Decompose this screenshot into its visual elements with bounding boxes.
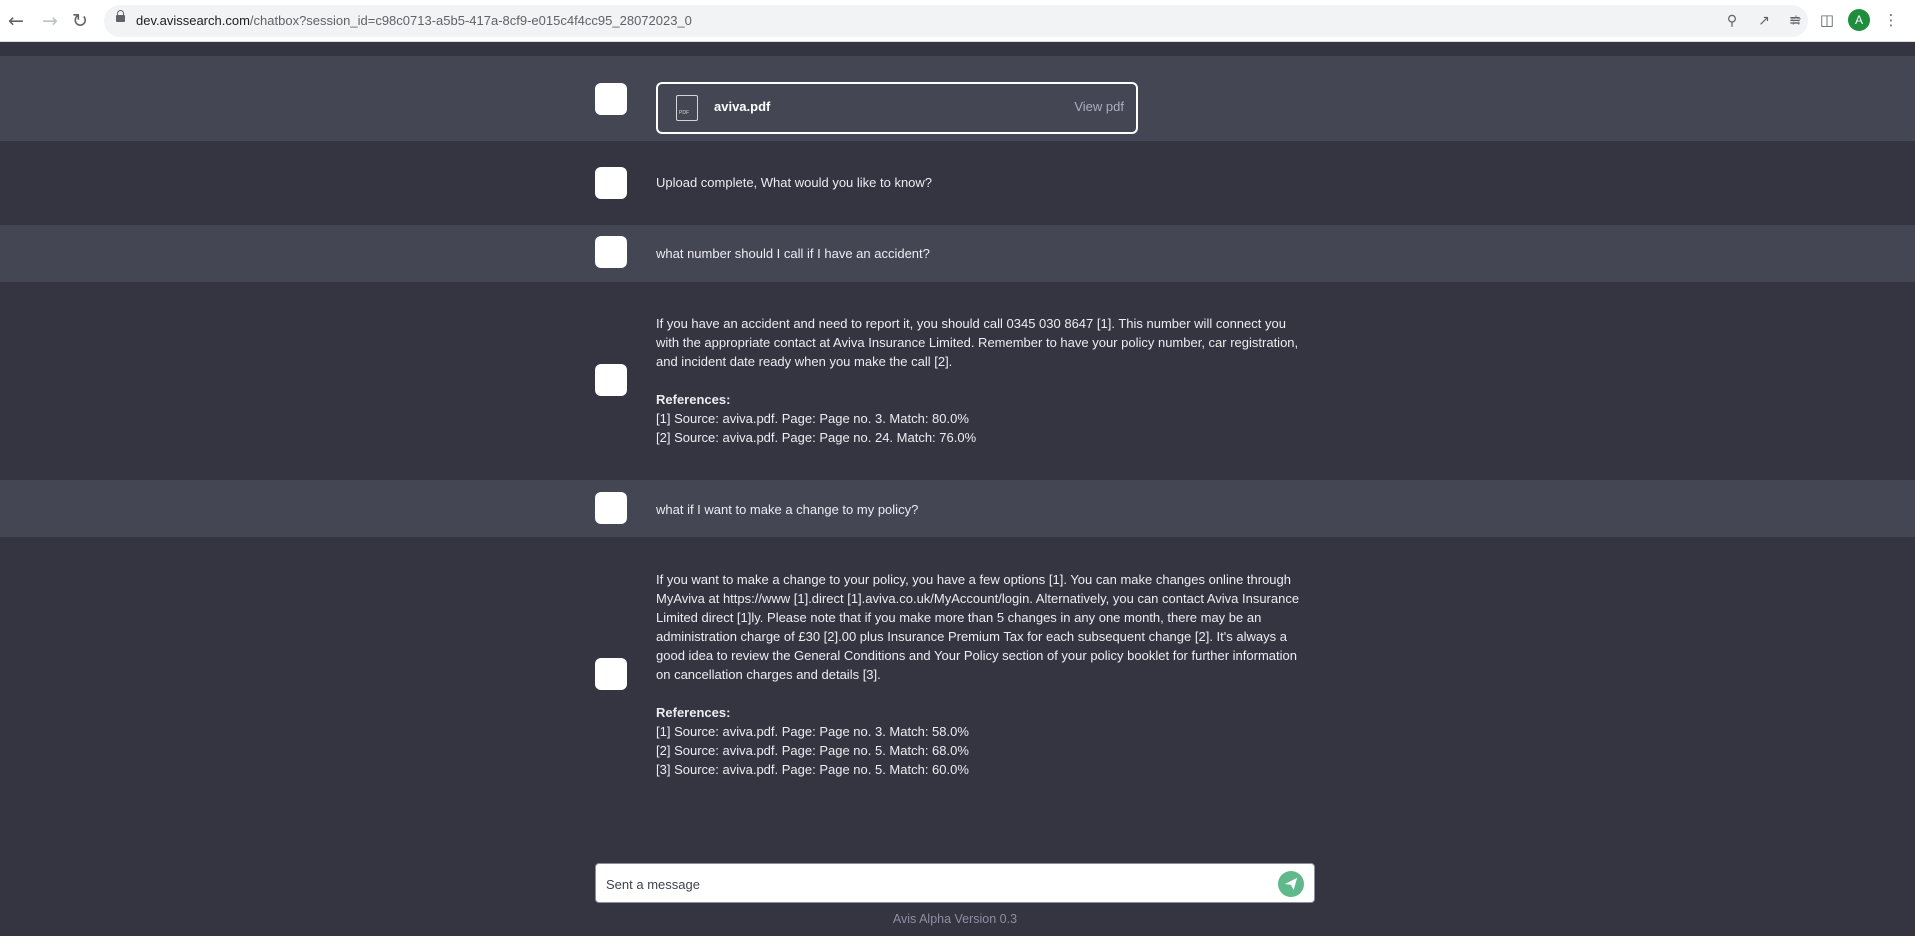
back-icon[interactable]: ← bbox=[4, 9, 28, 33]
side-panel-icon[interactable]: ◫ bbox=[1816, 9, 1838, 31]
version-label: Avis Alpha Version 0.3 bbox=[892, 912, 1018, 926]
message-row-user: what if I want to make a change to my po… bbox=[0, 480, 1915, 537]
reference-item: [2] Source: aviva.pdf. Page: Page no. 24… bbox=[656, 430, 977, 445]
send-icon bbox=[1284, 877, 1298, 891]
reference-item: [1] Source: aviva.pdf. Page: Page no. 3.… bbox=[656, 724, 969, 739]
pdf-attachment-card[interactable]: aviva.pdf View pdf bbox=[656, 82, 1138, 134]
message-text: what number should I call if I have an a… bbox=[656, 246, 930, 261]
reload-icon[interactable]: ↻ bbox=[68, 9, 92, 33]
message-row-bot: If you have an accident and need to repo… bbox=[0, 282, 1915, 480]
message-row-user: what number should I call if I have an a… bbox=[0, 225, 1915, 282]
browser-toolbar: ← → ↻ dev.avissearch.com/chatbox?session… bbox=[0, 0, 1915, 42]
zoom-icon[interactable]: ⚲ bbox=[1724, 13, 1740, 29]
address-bar[interactable]: dev.avissearch.com/chatbox?session_id=c9… bbox=[104, 5, 1808, 37]
bot-avatar bbox=[595, 658, 627, 690]
message-body: If you want to make a change to your pol… bbox=[656, 570, 1300, 779]
message-body: If you have an accident and need to repo… bbox=[656, 314, 1300, 447]
message-row-bot: If you want to make a change to your pol… bbox=[0, 537, 1915, 837]
pdf-file-icon bbox=[676, 95, 698, 121]
pdf-file-name: aviva.pdf bbox=[714, 99, 771, 114]
reference-item: [1] Source: aviva.pdf. Page: Page no. 3.… bbox=[656, 411, 969, 426]
reference-item: [2] Source: aviva.pdf. Page: Page no. 5.… bbox=[656, 743, 969, 758]
lock-icon[interactable] bbox=[116, 10, 125, 22]
url-path: /chatbox?session_id=c98c0713-a5b5-417a-8… bbox=[249, 13, 692, 28]
message-text: what if I want to make a change to my po… bbox=[656, 502, 919, 517]
url-text[interactable]: dev.avissearch.com/chatbox?session_id=c9… bbox=[136, 13, 692, 28]
bot-avatar bbox=[595, 167, 627, 199]
upload-row: aviva.pdf View pdf bbox=[0, 56, 1915, 141]
url-host: dev.avissearch.com bbox=[136, 13, 250, 28]
message-input[interactable] bbox=[606, 874, 1246, 894]
user-avatar bbox=[595, 236, 627, 268]
send-button[interactable] bbox=[1278, 871, 1304, 897]
message-composer bbox=[595, 863, 1315, 903]
media-queue-icon[interactable]: ≡ bbox=[1784, 9, 1806, 31]
forward-icon[interactable]: → bbox=[38, 9, 62, 33]
share-icon[interactable]: ↗ bbox=[1756, 13, 1772, 29]
reference-item: [3] Source: aviva.pdf. Page: Page no. 5.… bbox=[656, 762, 969, 777]
message-text: Upload complete, What would you like to … bbox=[656, 175, 933, 190]
view-pdf-link[interactable]: View pdf bbox=[1074, 99, 1124, 114]
message-row-bot: Upload complete, What would you like to … bbox=[0, 141, 1915, 225]
profile-avatar[interactable]: A bbox=[1848, 9, 1870, 31]
kebab-menu-icon[interactable]: ⋮ bbox=[1880, 9, 1902, 31]
references-heading: References: bbox=[656, 392, 731, 407]
references-heading: References: bbox=[656, 705, 731, 720]
message-text: If you have an accident and need to repo… bbox=[656, 316, 1299, 369]
user-avatar bbox=[595, 492, 627, 524]
message-text: If you want to make a change to your pol… bbox=[656, 572, 1300, 682]
user-avatar bbox=[595, 83, 627, 115]
bot-avatar bbox=[595, 364, 627, 396]
